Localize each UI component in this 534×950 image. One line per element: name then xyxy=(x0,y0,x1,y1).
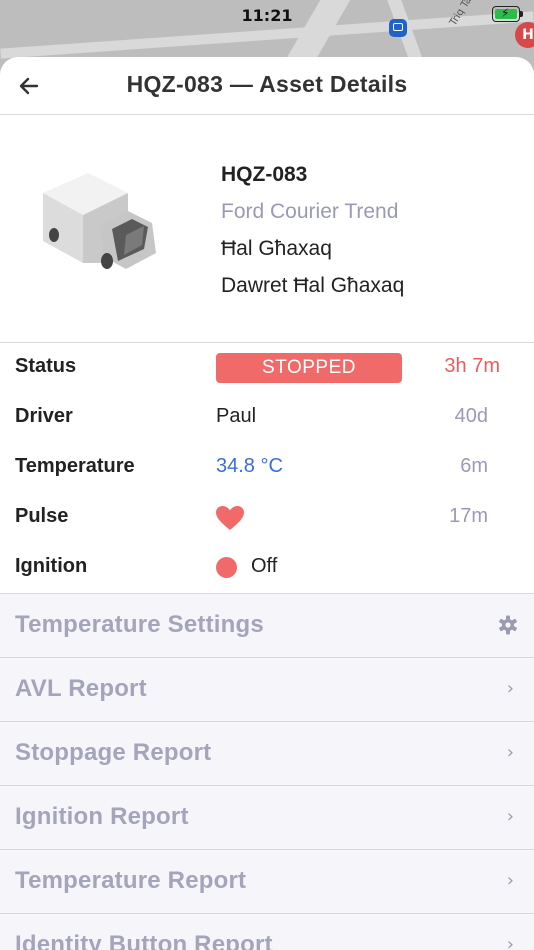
report-menu: Temperature Settings AVL Report › Stoppa… xyxy=(0,594,534,950)
temperature-row: Temperature 34.8 °C 6m xyxy=(0,443,534,493)
asset-info: HQZ-083 Ford Courier Trend Ħal Għaxaq Da… xyxy=(221,156,404,304)
status-age: 3h 7m xyxy=(444,355,500,377)
menu-item-ignition-report[interactable]: Ignition Report › xyxy=(0,786,534,850)
asset-area: Dawret Ħal Għaxaq xyxy=(221,274,405,297)
navigation-bar: HQZ-083 — Asset Details xyxy=(0,57,534,115)
menu-item-avl-report[interactable]: AVL Report › xyxy=(0,658,534,722)
ignition-row: Ignition Off xyxy=(0,543,534,593)
ignition-status-dot xyxy=(216,557,237,578)
temperature-value: 34.8 °C xyxy=(216,455,283,477)
menu-item-label: AVL Report xyxy=(15,675,147,702)
bus-stop-icon xyxy=(389,19,407,37)
asset-plate: HQZ-083 xyxy=(221,163,308,186)
ignition-value: Off xyxy=(251,555,278,577)
map-pin-icon: H xyxy=(515,22,534,48)
chevron-right-icon: › xyxy=(506,678,514,699)
temperature-age: 6m xyxy=(460,455,488,477)
menu-item-identity-button-report[interactable]: Identity Button Report › xyxy=(0,914,534,950)
pulse-age: 17m xyxy=(449,505,488,527)
driver-label: Driver xyxy=(15,405,73,427)
driver-row: Driver Paul 40d xyxy=(0,393,534,443)
menu-item-stoppage-report[interactable]: Stoppage Report › xyxy=(0,722,534,786)
details-table: Status STOPPED 3h 7m Driver Paul 40d Tem… xyxy=(0,343,534,594)
battery-icon: ⚡ xyxy=(492,6,520,22)
chevron-right-icon: › xyxy=(506,934,514,950)
status-badge: STOPPED xyxy=(216,353,402,383)
asset-model: Ford Courier Trend xyxy=(221,200,399,223)
driver-age: 40d xyxy=(454,405,488,427)
menu-item-label: Ignition Report xyxy=(15,803,189,830)
menu-item-label: Temperature Report xyxy=(15,867,247,894)
gear-icon xyxy=(498,615,518,639)
pulse-label: Pulse xyxy=(15,505,69,527)
truck-icon xyxy=(40,165,160,284)
heart-icon xyxy=(215,505,245,535)
driver-value: Paul xyxy=(216,405,257,427)
menu-item-label: Stoppage Report xyxy=(15,739,212,766)
battery-nub xyxy=(520,11,523,17)
asset-details-sheet: HQZ-083 — Asset Details HQZ-083 Ford Cou… xyxy=(0,57,534,950)
chevron-right-icon: › xyxy=(506,870,514,891)
menu-item-label: Identity Button Report xyxy=(15,931,273,950)
menu-item-temperature-settings[interactable]: Temperature Settings xyxy=(0,594,534,658)
menu-item-label: Temperature Settings xyxy=(15,611,264,638)
chevron-right-icon: › xyxy=(506,806,514,827)
ignition-label: Ignition xyxy=(15,555,88,577)
menu-item-temperature-report[interactable]: Temperature Report › xyxy=(0,850,534,914)
pulse-row: Pulse 17m xyxy=(0,493,534,543)
asset-location: Ħal Għaxaq xyxy=(221,237,332,260)
page-title: HQZ-083 — Asset Details xyxy=(126,71,408,97)
status-label: Status xyxy=(15,355,77,377)
temperature-label: Temperature xyxy=(15,455,135,477)
chevron-right-icon: › xyxy=(506,742,514,763)
asset-summary: HQZ-083 Ford Courier Trend Ħal Għaxaq Da… xyxy=(0,115,534,343)
status-row: Status STOPPED 3h 7m xyxy=(0,343,534,393)
